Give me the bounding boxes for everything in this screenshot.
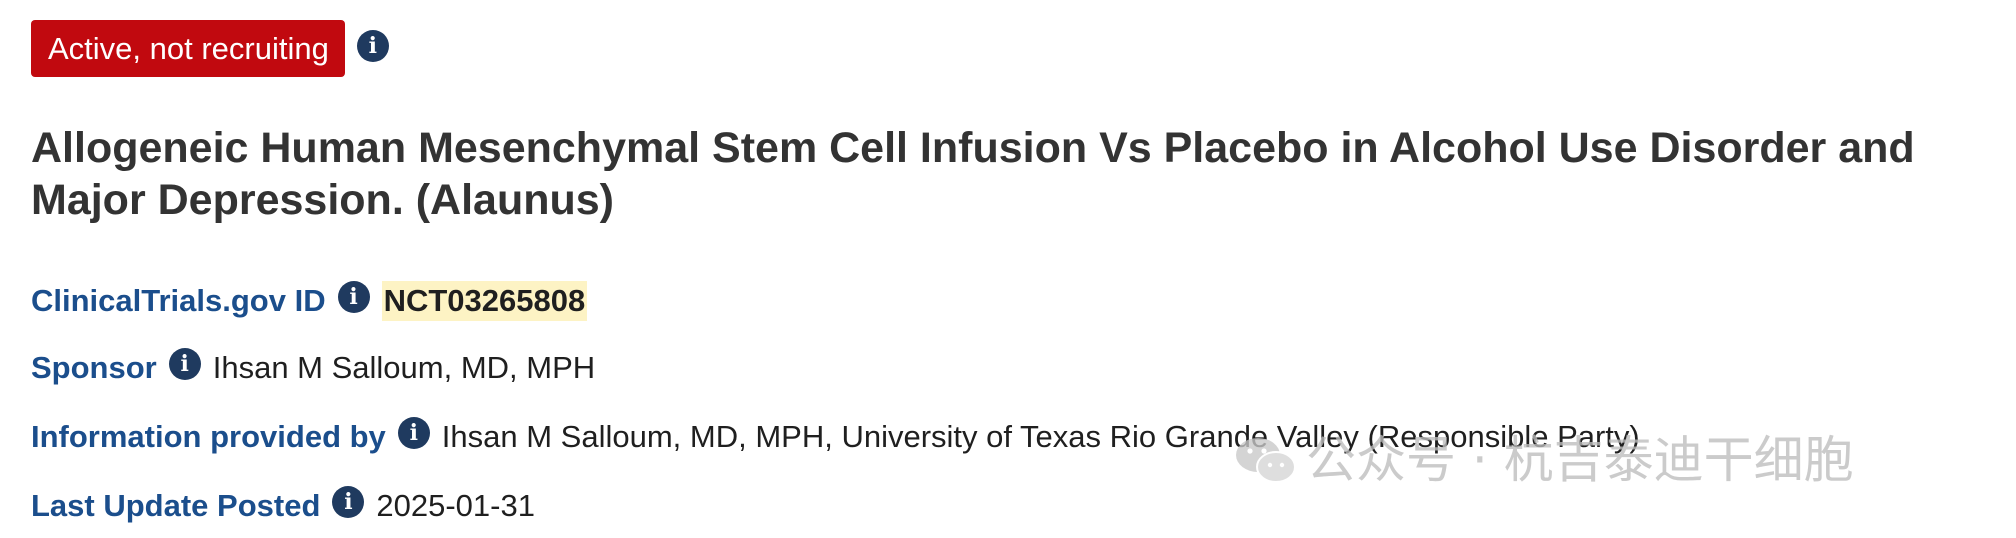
last-update-label: Last Update Posted (31, 488, 321, 523)
status-row: Active, not recruiting i (31, 20, 389, 77)
sponsor-label: Sponsor (31, 350, 157, 385)
status-badge: Active, not recruiting (31, 20, 345, 77)
last-update-value: 2025-01-31 (376, 488, 535, 523)
last-update-row: Last Update Posted i 2025-01-31 (31, 486, 535, 524)
information-provided-info-icon[interactable]: i (397, 417, 430, 449)
information-provided-label: Information provided by (31, 419, 386, 454)
clinicaltrials-id-info-icon[interactable]: i (337, 281, 370, 313)
last-update-info-icon[interactable]: i (332, 486, 365, 518)
sponsor-info-icon[interactable]: i (168, 348, 201, 380)
clinicaltrials-id-label: ClinicalTrials.gov ID (31, 283, 326, 318)
information-provided-row: Information provided by i Ihsan M Sallou… (31, 417, 1640, 455)
status-info-icon[interactable]: i (356, 29, 389, 62)
sponsor-row: Sponsor i Ihsan M Salloum, MD, MPH (31, 348, 596, 386)
study-header: Active, not recruiting i Allogeneic Huma… (0, 0, 2016, 538)
information-provided-value: Ihsan M Salloum, MD, MPH, University of … (441, 419, 1640, 454)
clinicaltrials-id-row: ClinicalTrials.gov ID i NCT03265808 (31, 281, 588, 321)
sponsor-value: Ihsan M Salloum, MD, MPH (212, 350, 596, 385)
study-title: Allogeneic Human Mesenchymal Stem Cell I… (31, 124, 1915, 224)
nct-id-value: NCT03265808 (381, 281, 588, 321)
